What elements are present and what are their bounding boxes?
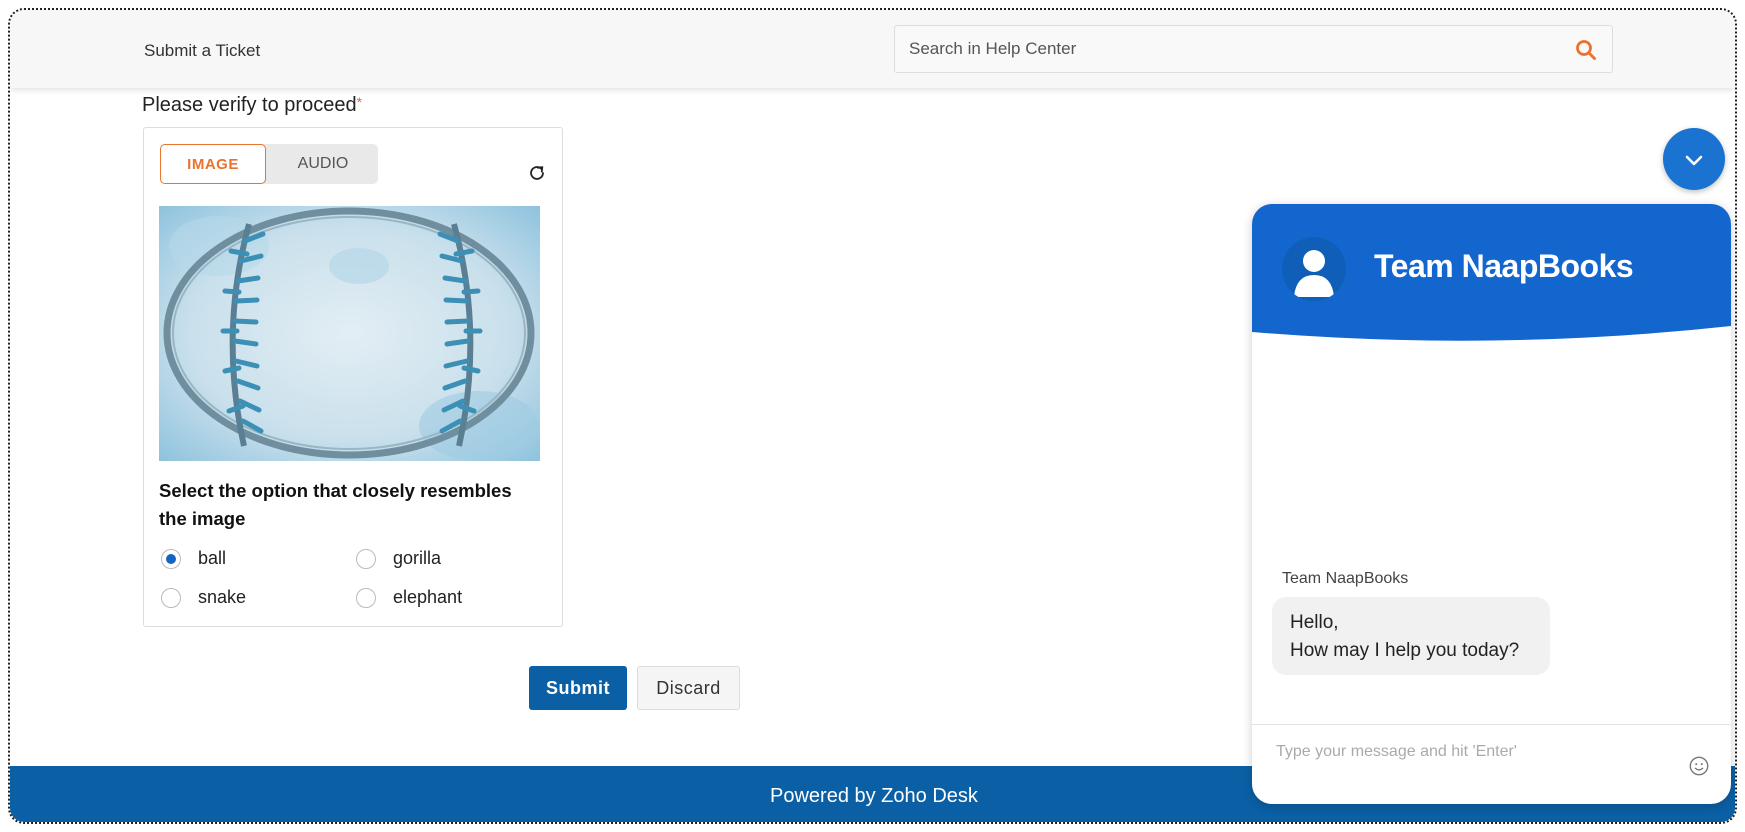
- emoji-icon[interactable]: [1688, 755, 1710, 777]
- user-avatar-icon: [1282, 237, 1346, 301]
- chat-message-input[interactable]: [1276, 734, 1656, 770]
- search-icon[interactable]: [1574, 38, 1598, 62]
- search-input[interactable]: [895, 26, 1535, 72]
- verify-label: Please verify to proceed*: [142, 94, 362, 117]
- agent-name: Team NaapBooks: [1282, 570, 1409, 587]
- option-ball[interactable]: ball: [161, 548, 226, 569]
- page-title[interactable]: Submit a Ticket: [144, 41, 260, 61]
- refresh-icon[interactable]: [526, 162, 548, 184]
- chat-message-line2: How may I help you today?: [1290, 640, 1520, 661]
- tab-image[interactable]: IMAGE: [160, 144, 266, 184]
- discard-button[interactable]: Discard: [637, 666, 740, 710]
- footer-text[interactable]: Powered by Zoho Desk: [770, 785, 978, 808]
- radio-snake[interactable]: [161, 587, 181, 608]
- radio-elephant[interactable]: [356, 587, 376, 608]
- submit-button[interactable]: Submit: [529, 666, 627, 710]
- header-bar: Submit a Ticket: [10, 10, 1735, 88]
- chat-message-line1: Hello,: [1290, 612, 1339, 633]
- option-snake[interactable]: snake: [161, 587, 246, 608]
- radio-gorilla[interactable]: [356, 548, 376, 569]
- option-label-ball: ball: [198, 548, 227, 568]
- search-box[interactable]: [894, 25, 1613, 73]
- captcha-question: Select the option that closely resembles…: [159, 480, 512, 529]
- page-frame: Submit a Ticket Please verify to proceed…: [8, 8, 1737, 824]
- option-gorilla[interactable]: gorilla: [356, 548, 441, 569]
- captcha-box: IMAGE AUDIO Select the option that close…: [143, 127, 563, 627]
- option-elephant[interactable]: elephant: [356, 587, 462, 608]
- chevron-down-icon: [1685, 155, 1703, 166]
- baseball-image: [159, 206, 540, 461]
- option-label-gorilla: gorilla: [393, 548, 442, 568]
- verify-label-text: Please verify to proceed: [142, 94, 357, 116]
- chat-message-bubble: Hello, How may I help you today?: [1272, 597, 1550, 675]
- option-label-elephant: elephant: [393, 587, 463, 607]
- required-mark: *: [356, 94, 363, 110]
- tab-audio[interactable]: AUDIO: [268, 144, 378, 184]
- chat-divider: [1252, 724, 1731, 725]
- chat-toggle-button[interactable]: [1663, 128, 1725, 190]
- chat-window: Team NaapBooks Team NaapBooks Hello, How…: [1252, 204, 1731, 804]
- option-label-snake: snake: [198, 587, 247, 607]
- radio-ball[interactable]: [161, 548, 181, 569]
- captcha-tabs: IMAGE AUDIO: [160, 144, 378, 184]
- chat-title: Team NaapBooks: [1374, 248, 1634, 284]
- captcha-image: [159, 206, 540, 461]
